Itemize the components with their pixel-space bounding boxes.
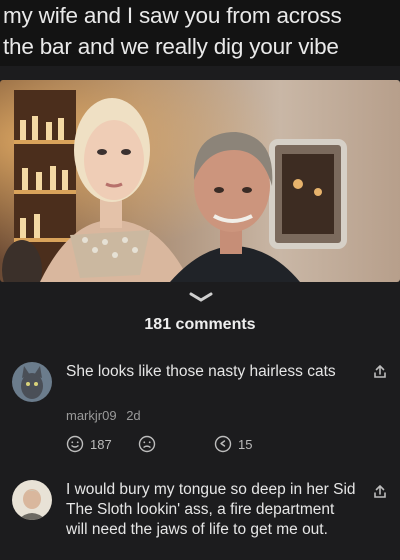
comment-actions: 187 15 xyxy=(66,434,306,454)
photo-illustration xyxy=(0,80,400,282)
caption-line-2: the bar and we really dig your vibe xyxy=(3,34,339,59)
like-button[interactable]: 187 xyxy=(66,434,112,454)
comment-time: 2d xyxy=(126,408,141,423)
person-avatar-icon xyxy=(12,480,52,520)
frown-icon xyxy=(138,435,156,453)
reply-button[interactable]: 15 xyxy=(214,434,252,454)
comment-text: She looks like those nasty hairless cats xyxy=(66,363,336,380)
share-icon[interactable] xyxy=(372,364,388,380)
chevron-down-icon[interactable] xyxy=(189,292,213,302)
reply-icon xyxy=(214,435,232,453)
comment-meta: markjr09 2d xyxy=(66,408,141,423)
reply-count: 15 xyxy=(238,436,253,452)
smile-icon xyxy=(66,435,84,453)
like-count: 187 xyxy=(90,436,112,452)
comments-sheet: 181 comments She looks like those nasty … xyxy=(0,282,400,560)
comment-item: I would bury my tongue so deep in her Si… xyxy=(0,476,400,560)
avatar[interactable] xyxy=(12,480,52,520)
comment-item: She looks like those nasty hairless cats… xyxy=(0,356,400,466)
post-photo xyxy=(0,80,400,282)
share-icon[interactable] xyxy=(372,484,388,500)
dislike-button[interactable] xyxy=(138,434,162,454)
caption-line-1: my wife and I saw you from across xyxy=(3,3,342,28)
comment-text: I would bury my tongue so deep in her Si… xyxy=(66,481,356,538)
cat-avatar-icon xyxy=(12,362,52,402)
meme-caption: my wife and I saw you from across the ba… xyxy=(0,0,400,66)
comments-count: 181 comments xyxy=(144,316,256,333)
comment-author[interactable]: markjr09 xyxy=(66,408,117,423)
avatar[interactable] xyxy=(12,362,52,402)
